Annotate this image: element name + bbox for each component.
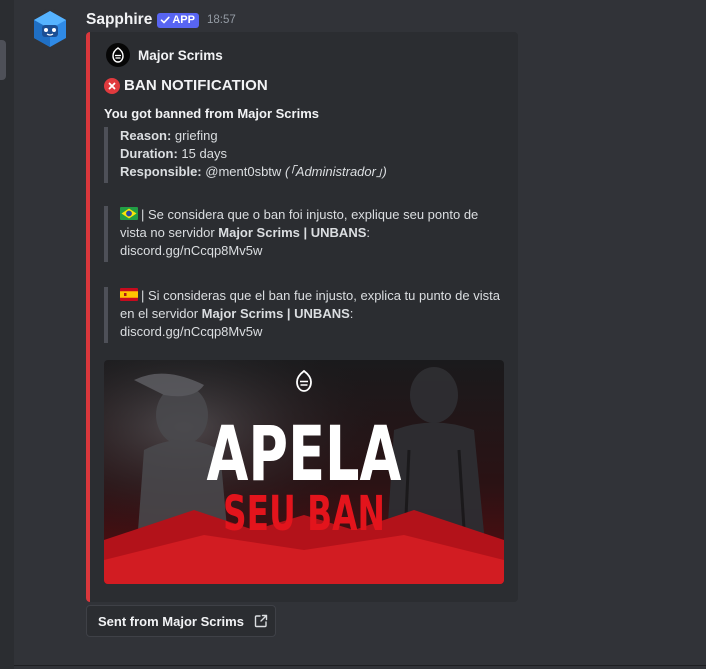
responsible-role: (「Administrador」) xyxy=(284,164,387,179)
username[interactable]: Sapphire xyxy=(86,11,152,29)
es-invite-link[interactable]: discord.gg/nCcqp8Mv5w xyxy=(120,324,262,339)
es-message: | Si consideras que el ban fue injusto, … xyxy=(104,287,504,343)
reason-value: griefing xyxy=(174,128,218,143)
responsible-mention[interactable]: @ment0sbtw xyxy=(205,164,281,179)
rail-pill xyxy=(0,40,6,80)
embed-title-text: BAN NOTIFICATION xyxy=(124,77,268,94)
sent-from-label: Sent from Major Scrims xyxy=(98,613,244,629)
duration-value: 15 days xyxy=(181,146,227,161)
banner-image[interactable]: APELA SEU BAN xyxy=(104,360,504,584)
duration-line: Duration: 15 days xyxy=(120,145,387,163)
sent-from-button[interactable]: Sent from Major Scrims xyxy=(86,605,276,637)
responsible-line: Responsible: @ment0sbtw (「Administrador」… xyxy=(120,163,387,181)
pt-colon: : xyxy=(366,225,371,240)
reason-line: Reason: griefing xyxy=(120,127,387,145)
divider xyxy=(14,665,706,666)
pt-invite-link[interactable]: discord.gg/nCcqp8Mv5w xyxy=(120,243,262,258)
embed-card: Major Scrims BAN NOTIFICATION You got ba… xyxy=(86,32,518,602)
es-server-name: Major Scrims | UNBANS xyxy=(201,306,350,321)
bot-avatar-icon[interactable] xyxy=(30,9,70,49)
ban-details: Reason: griefing Duration: 15 days Respo… xyxy=(104,127,387,183)
embed-author[interactable]: Major Scrims xyxy=(106,43,223,67)
message-header: Sapphire APP 18:57 xyxy=(86,10,236,30)
embed-subtitle: You got banned from Major Scrims xyxy=(104,106,320,121)
responsible-label: Responsible: xyxy=(120,164,202,179)
brazil-flag-icon xyxy=(120,207,138,220)
pt-message: | Se considera que o ban foi injusto, ex… xyxy=(104,206,504,262)
timestamp[interactable]: 18:57 xyxy=(207,14,236,26)
external-link-icon xyxy=(254,614,268,628)
author-logo-icon xyxy=(106,43,130,67)
server-rail xyxy=(0,0,14,669)
embed-title: BAN NOTIFICATION xyxy=(104,77,268,94)
app-badge: APP xyxy=(157,12,199,28)
cross-mark-icon xyxy=(104,77,120,94)
verified-check-icon xyxy=(161,16,170,24)
es-colon: : xyxy=(349,306,354,321)
author-name: Major Scrims xyxy=(138,47,223,63)
reason-label: Reason: xyxy=(120,128,172,143)
spain-flag-icon xyxy=(120,288,138,301)
banner-line2: SEU BAN xyxy=(223,486,385,542)
duration-label: Duration: xyxy=(120,146,178,161)
pt-server-name: Major Scrims | UNBANS xyxy=(218,225,367,240)
app-badge-label: APP xyxy=(172,14,195,26)
